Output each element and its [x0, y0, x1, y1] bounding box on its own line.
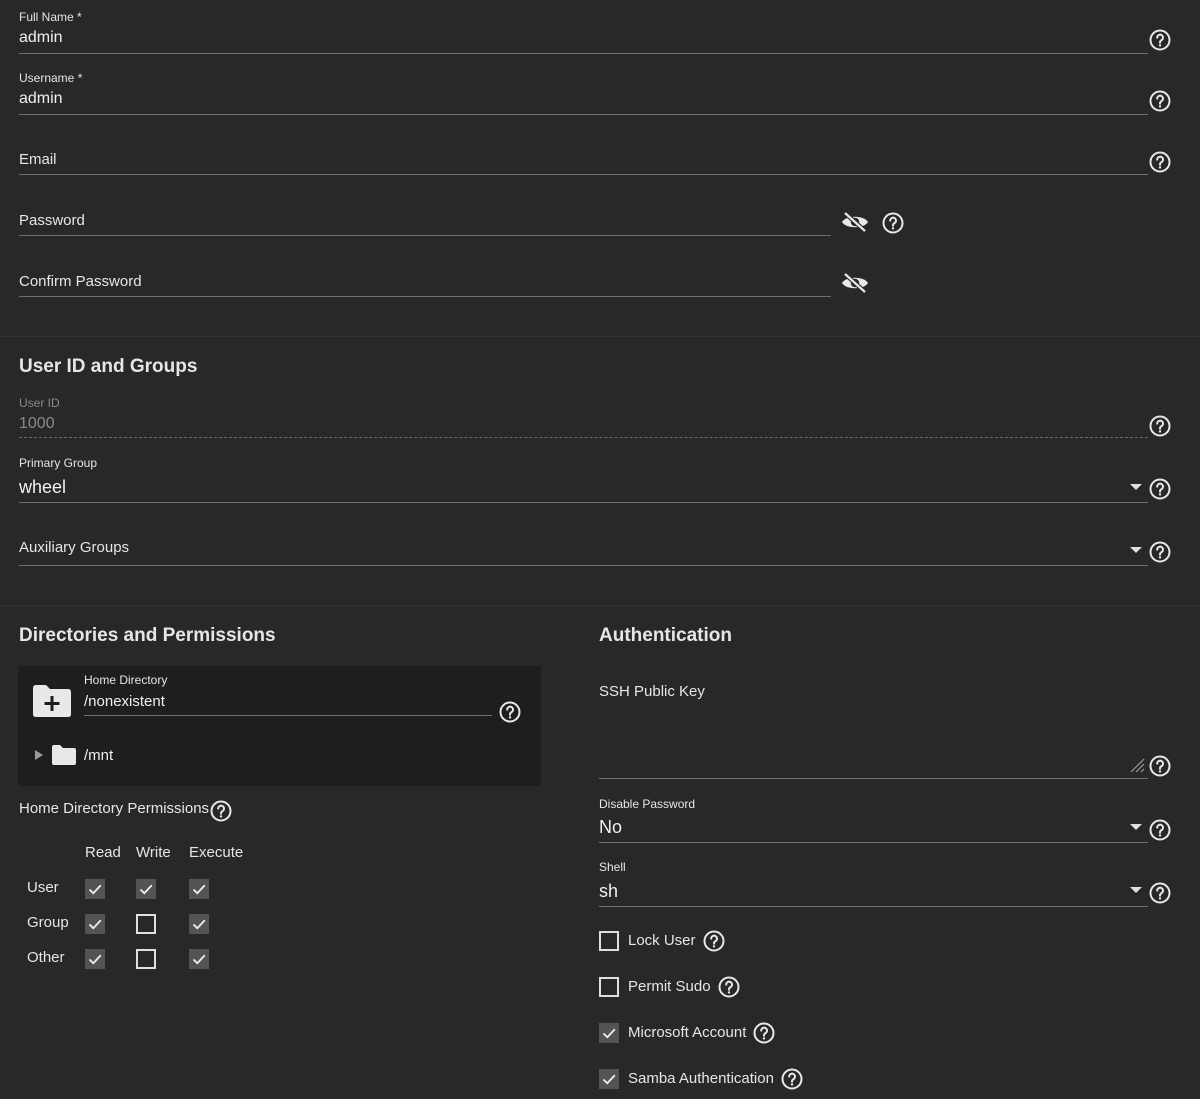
tree-node-label[interactable]: /mnt — [84, 747, 113, 764]
full-name-underline — [19, 53, 1148, 54]
check-icon — [189, 914, 209, 934]
password-help-icon[interactable] — [881, 211, 905, 235]
home-directory-input[interactable]: /nonexistent — [84, 693, 165, 710]
microsoft-account-help-icon[interactable] — [752, 1021, 776, 1045]
email-help-icon[interactable] — [1148, 150, 1172, 174]
samba-authentication-label: Samba Authentication — [628, 1070, 774, 1087]
primary-group-help-icon[interactable] — [1148, 477, 1172, 501]
check-icon — [189, 879, 209, 899]
user-id-underline — [19, 437, 1148, 438]
directories-title: Directories and Permissions — [19, 625, 276, 646]
home-directory-explorer: Home Directory /nonexistent /mnt — [18, 666, 541, 786]
primary-group-label: Primary Group — [19, 456, 98, 470]
full-name-input[interactable]: admin — [19, 29, 63, 47]
full-name-label: Full Name * — [19, 10, 82, 24]
password-underline — [19, 235, 831, 236]
user-id-input: 1000 — [19, 415, 55, 432]
primary-group-value[interactable]: wheel — [19, 477, 66, 498]
home-directory-label: Home Directory — [84, 673, 168, 687]
shell-dropdown-icon[interactable] — [1130, 887, 1142, 893]
auxiliary-groups-dropdown-icon[interactable] — [1130, 547, 1142, 553]
email-underline — [19, 174, 1148, 175]
section-divider — [0, 336, 1200, 337]
disable-password-dropdown-icon[interactable] — [1130, 824, 1142, 830]
permit-sudo-checkbox[interactable] — [599, 977, 619, 997]
shell-help-icon[interactable] — [1148, 881, 1172, 905]
auxiliary-groups-underline — [19, 565, 1148, 566]
check-icon — [136, 879, 156, 899]
microsoft-account-checkbox[interactable] — [599, 1023, 619, 1043]
ssh-public-key-help-icon[interactable] — [1148, 754, 1172, 778]
confirm-password-input[interactable]: Confirm Password — [19, 273, 142, 290]
row-user: User — [27, 879, 59, 896]
permission-user-execute-checkbox[interactable] — [189, 879, 209, 899]
shell-underline — [599, 906, 1148, 907]
user-id-help-icon[interactable] — [1148, 414, 1172, 438]
auxiliary-groups-placeholder[interactable]: Auxiliary Groups — [19, 539, 129, 556]
permit-sudo-label: Permit Sudo — [628, 978, 711, 995]
ssh-public-key-placeholder[interactable]: SSH Public Key — [599, 683, 705, 700]
resize-handle-icon[interactable] — [1129, 757, 1145, 773]
ssh-public-key-underline — [599, 778, 1148, 779]
authentication-title: Authentication — [599, 625, 732, 646]
samba-authentication-help-icon[interactable] — [780, 1067, 804, 1091]
confirm-password-visibility-icon[interactable] — [840, 271, 870, 295]
password-visibility-icon[interactable] — [840, 210, 870, 234]
email-input[interactable]: Email — [19, 151, 57, 168]
user-id-label: User ID — [19, 396, 60, 410]
disable-password-underline — [599, 842, 1148, 843]
permission-other-read-checkbox[interactable] — [85, 949, 105, 969]
username-label: Username * — [19, 71, 83, 85]
disable-password-label: Disable Password — [599, 797, 696, 811]
check-icon — [599, 1023, 619, 1043]
password-input[interactable]: Password — [19, 212, 85, 229]
user-id-groups-title: User ID and Groups — [19, 356, 198, 377]
permissions-help-icon[interactable] — [209, 799, 233, 823]
username-help-icon[interactable] — [1148, 89, 1172, 113]
column-write: Write — [136, 844, 171, 861]
permission-group-execute-checkbox[interactable] — [189, 914, 209, 934]
check-icon — [85, 914, 105, 934]
column-read: Read — [85, 844, 121, 861]
permission-user-read-checkbox[interactable] — [85, 879, 105, 899]
check-icon — [599, 1069, 619, 1089]
full-name-help-icon[interactable] — [1148, 28, 1172, 52]
home-directory-help-icon[interactable] — [498, 700, 522, 724]
permission-other-write-checkbox[interactable] — [136, 949, 156, 969]
lock-user-help-icon[interactable] — [702, 929, 726, 953]
confirm-password-underline — [19, 296, 831, 297]
home-directory-permissions-label: Home Directory Permissions — [19, 800, 210, 817]
username-input[interactable]: admin — [19, 90, 63, 108]
check-icon — [85, 949, 105, 969]
folder-icon — [52, 745, 76, 765]
row-group: Group — [27, 914, 69, 931]
primary-group-underline — [19, 502, 1148, 503]
home-directory-underline — [84, 715, 492, 716]
permission-group-write-checkbox[interactable] — [136, 914, 156, 934]
column-execute: Execute — [189, 844, 244, 861]
username-underline — [19, 114, 1148, 115]
disable-password-value[interactable]: No — [599, 817, 622, 838]
microsoft-account-label: Microsoft Account — [628, 1024, 747, 1041]
shell-label: Shell — [599, 860, 626, 874]
row-other: Other — [27, 949, 65, 966]
permission-group-read-checkbox[interactable] — [85, 914, 105, 934]
lock-user-checkbox[interactable] — [599, 931, 619, 951]
auxiliary-groups-help-icon[interactable] — [1148, 540, 1172, 564]
permit-sudo-help-icon[interactable] — [717, 975, 741, 999]
primary-group-dropdown-icon[interactable] — [1130, 484, 1142, 490]
shell-value[interactable]: sh — [599, 881, 618, 902]
create-folder-icon[interactable] — [32, 684, 72, 718]
disable-password-help-icon[interactable] — [1148, 818, 1172, 842]
permission-other-execute-checkbox[interactable] — [189, 949, 209, 969]
expand-arrow-icon[interactable] — [34, 750, 44, 760]
samba-authentication-checkbox[interactable] — [599, 1069, 619, 1089]
check-icon — [189, 949, 209, 969]
permission-user-write-checkbox[interactable] — [136, 879, 156, 899]
check-icon — [85, 879, 105, 899]
lock-user-label: Lock User — [628, 932, 696, 949]
section-divider — [0, 605, 1200, 606]
